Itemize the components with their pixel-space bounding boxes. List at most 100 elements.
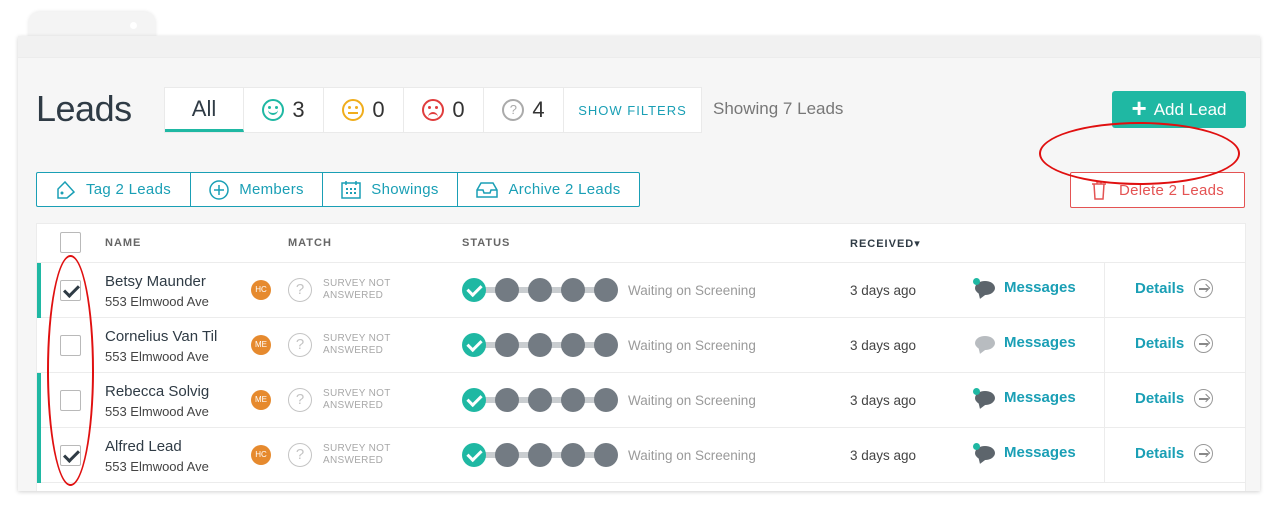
lead-address: 553 Elmwood Ave (105, 349, 209, 364)
agent-avatar: ME (251, 335, 271, 355)
column-divider (1104, 318, 1105, 373)
leads-table: NAME MATCH STATUS RECEIVED▾ Betsy Maunde… (36, 223, 1246, 491)
details-link[interactable]: Details (1135, 389, 1214, 408)
showings-button[interactable]: Showings (323, 173, 458, 206)
filter-sad-tab[interactable]: 0 (404, 88, 484, 132)
filter-neutral-tab[interactable]: 0 (324, 88, 404, 132)
annotation-circle-checkboxes (47, 255, 94, 486)
chat-bubble-icon (973, 442, 995, 460)
details-link[interactable]: Details (1135, 334, 1214, 353)
question-face-icon: ? (502, 99, 525, 121)
agent-avatar: ME (251, 390, 271, 410)
status-text: Waiting on Screening (628, 338, 756, 353)
lead-name[interactable]: Cornelius Van Til (105, 328, 217, 345)
step-pending (495, 388, 519, 412)
messages-label: Messages (1004, 279, 1076, 296)
step-pending (594, 333, 618, 357)
step-complete-check-icon (462, 278, 486, 302)
details-label: Details (1135, 445, 1185, 462)
calendar-icon (341, 181, 362, 199)
survey-line-2: ANSWERED (323, 455, 384, 466)
lead-name[interactable]: Rebecca Solvig (105, 383, 209, 400)
arrow-right-circle-icon (1194, 444, 1214, 463)
filter-all-tab[interactable]: All (165, 88, 244, 132)
filter-bar: All 3 0 0 ? 4 SHOW FILTERS (164, 87, 702, 133)
table-row[interactable]: Cornelius Van Til 553 Elmwood Ave ME? SURVE… (37, 318, 1245, 373)
arrow-right-circle-icon (1194, 334, 1214, 353)
survey-status: SURVEY NOT ANSWERED (323, 278, 391, 302)
page-title: Leads (36, 88, 132, 129)
filter-happy-tab[interactable]: 3 (244, 88, 324, 132)
leads-panel: Leads All 3 0 0 ? 4 SHOW FILTERS Showing… (18, 36, 1260, 491)
column-received-label: RECEIVED (850, 238, 915, 250)
column-status[interactable]: STATUS (462, 237, 510, 249)
filter-happy-count: 3 (292, 97, 305, 122)
survey-status: SURVEY NOT ANSWERED (323, 388, 391, 412)
column-divider (1104, 263, 1105, 318)
select-all-checkbox[interactable] (60, 232, 81, 253)
messages-label: Messages (1004, 389, 1076, 406)
details-label: Details (1135, 335, 1185, 352)
survey-line-1: SURVEY NOT (323, 333, 391, 344)
row-highlight-bar (37, 428, 41, 483)
column-name[interactable]: NAME (105, 237, 141, 249)
messages-link[interactable]: Messages (973, 387, 1076, 406)
tab-dot (130, 22, 137, 29)
details-label: Details (1135, 280, 1185, 297)
details-label: Details (1135, 390, 1185, 407)
step-pending (495, 333, 519, 357)
table-row[interactable]: Alfred Lead 553 Elmwood Ave HC? SURVEY NOT A… (37, 428, 1245, 483)
sad-face-icon (422, 99, 445, 121)
happy-face-icon (262, 99, 285, 121)
archive-leads-button[interactable]: Archive 2 Leads (458, 173, 639, 206)
show-filters-button[interactable]: SHOW FILTERS (564, 88, 701, 132)
column-match[interactable]: MATCH (288, 237, 332, 249)
showing-count: Showing 7 Leads (713, 99, 844, 118)
tag-leads-button[interactable]: Tag 2 Leads (37, 173, 191, 206)
step-pending (528, 388, 552, 412)
lead-name[interactable]: Betsy Maunder (105, 273, 206, 290)
survey-line-2: ANSWERED (323, 400, 384, 411)
messages-link[interactable]: Messages (973, 442, 1076, 461)
arrow-right-circle-icon (1194, 279, 1214, 298)
survey-line-1: SURVEY NOT (323, 278, 391, 289)
details-link[interactable]: Details (1135, 279, 1214, 298)
step-pending (528, 443, 552, 467)
survey-status: SURVEY NOT ANSWERED (323, 443, 391, 467)
survey-status: SURVEY NOT ANSWERED (323, 333, 391, 357)
lead-address: 553 Elmwood Ave (105, 404, 209, 419)
status-progress (462, 388, 618, 412)
step-complete-check-icon (462, 388, 486, 412)
filter-unknown-tab[interactable]: ? 4 (484, 88, 564, 132)
step-pending (495, 278, 519, 302)
chat-bubble-icon (973, 277, 995, 295)
messages-link[interactable]: Messages (975, 334, 1076, 351)
status-progress (462, 278, 618, 302)
table-row[interactable]: Rebecca Solvig 553 Elmwood Ave ME? SURVEY N… (37, 373, 1245, 428)
lead-address: 553 Elmwood Ave (105, 294, 209, 309)
step-pending (594, 443, 618, 467)
members-button[interactable]: Members (191, 173, 323, 206)
received-time: 3 days ago (850, 283, 917, 298)
step-pending (594, 388, 618, 412)
agent-avatar: HC (251, 280, 271, 300)
filter-neutral-count: 0 (372, 97, 385, 122)
chat-bubble-icon (975, 335, 995, 350)
step-pending (495, 443, 519, 467)
column-received[interactable]: RECEIVED▾ (850, 237, 921, 250)
chat-bubble-icon (973, 387, 995, 405)
details-link[interactable]: Details (1135, 444, 1214, 463)
status-text: Waiting on Screening (628, 448, 756, 463)
messages-link[interactable]: Messages (973, 277, 1076, 296)
row-highlight-bar (37, 373, 41, 428)
plus-circle-icon (209, 179, 229, 200)
row-highlight-bar (37, 263, 41, 318)
lead-name[interactable]: Alfred Lead (105, 438, 182, 455)
received-time: 3 days ago (850, 448, 917, 463)
plus-icon: + (1131, 93, 1147, 123)
members-label: Members (239, 181, 304, 198)
question-icon: ? (288, 443, 312, 467)
step-pending (594, 278, 618, 302)
table-row[interactable]: Betsy Maunder 553 Elmwood Ave HC? SURVEY NO… (37, 263, 1245, 318)
status-progress (462, 333, 618, 357)
